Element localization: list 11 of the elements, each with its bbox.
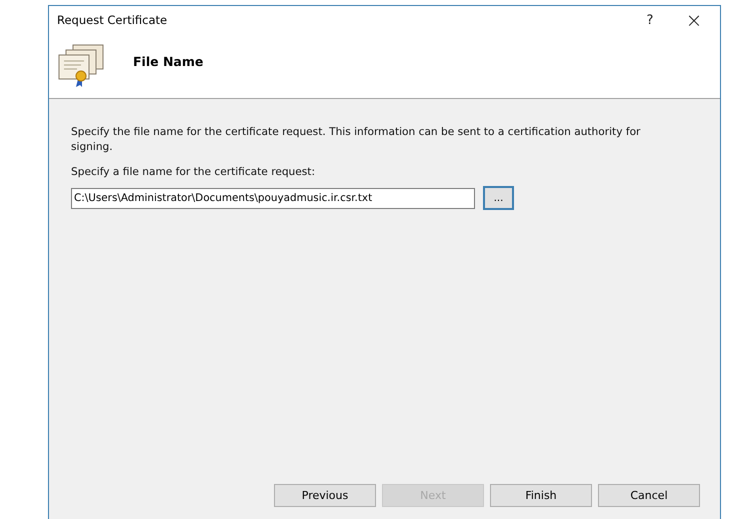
page-heading: File Name bbox=[133, 54, 204, 68]
close-button[interactable]: × bbox=[672, 6, 716, 34]
field-label: Specify a file name for the certificate request: bbox=[71, 166, 316, 178]
browse-button[interactable]: ... bbox=[483, 186, 514, 210]
description-text: Specify the file name for the certificate request. This information can be sent to a certification authority for signing. bbox=[71, 125, 642, 155]
help-button[interactable]: ? bbox=[628, 6, 672, 34]
wizard-button[interactable]: Cancel bbox=[598, 484, 700, 507]
wizard-button[interactable]: Finish bbox=[490, 484, 592, 507]
file-name-field[interactable]: C:\Users\Administrator\Documents\pouyadmusic.ir.csr.txt bbox=[71, 188, 475, 208]
window-title: Request Certificate bbox=[57, 13, 168, 27]
wizard-button[interactable]: Previous bbox=[274, 484, 376, 507]
